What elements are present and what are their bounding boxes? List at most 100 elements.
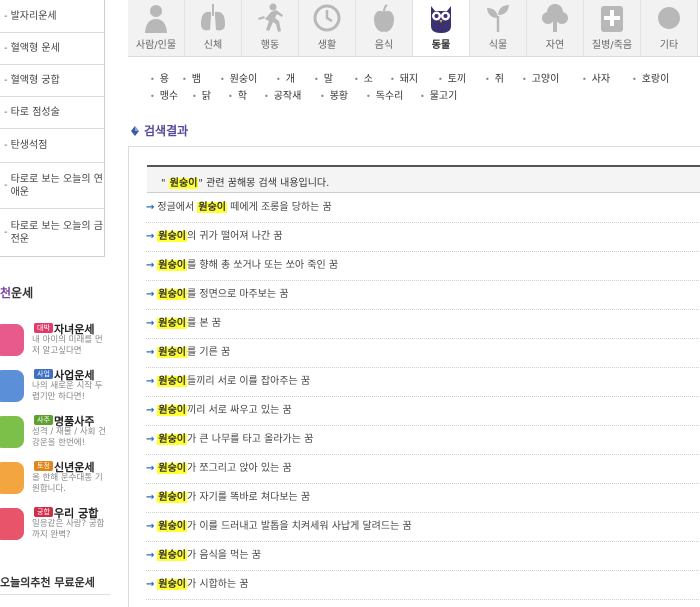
recommend-item-newyear[interactable]: 토정 신년운세 올 한해 운수대통 기원합니다. (0, 458, 110, 502)
tab-label: 음식 (374, 40, 394, 51)
keyword-link[interactable]: 맹수 (150, 87, 178, 102)
keyword-link[interactable]: 물고기 (420, 87, 458, 102)
recommend-item-match[interactable]: 궁합 우리 궁합 일응같은 사랑? 궁합까지 완벽? (0, 504, 110, 548)
result-item[interactable]: → 원숭이가 큰 나무를 타고 올라가는 꿈 (146, 426, 700, 455)
keyword-link[interactable]: 뱀 (182, 70, 201, 85)
tab-misc[interactable]: 기타 (641, 0, 698, 56)
tab-plant[interactable]: 식물 (470, 0, 527, 56)
badge: 사주 (34, 415, 53, 425)
apple-icon (374, 4, 394, 32)
keyword-link[interactable]: 용 (150, 70, 169, 85)
business-icon (0, 370, 24, 402)
bullet-icon: - (4, 107, 8, 118)
keyword-link[interactable]: 돼지 (390, 70, 418, 85)
arrow-right-icon: → (146, 231, 155, 242)
result-item[interactable]: → 원숭이가 자기를 똑바로 쳐다보는 꿈 (146, 484, 700, 513)
recommend-item-saju[interactable]: 사주 명품사주 성격 / 재물 / 사회 건강운을 한번에! (0, 412, 110, 456)
tab-food[interactable]: 음식 (356, 0, 413, 56)
menu-item-label: 탄생석점 (10, 140, 48, 151)
lungs-icon (201, 4, 225, 31)
result-text: 끼리 서로 싸우고 있는 꿈 (187, 405, 292, 416)
result-item[interactable]: → 원숭이를 기른 꿈 (146, 339, 700, 368)
recommend-title-rest: 운세 (11, 286, 34, 300)
arrow-right-icon: → (146, 347, 155, 358)
menu-item-label: 타로 점성술 (10, 107, 60, 118)
keyword-link[interactable]: 말 (314, 70, 333, 85)
keyword-link[interactable]: 호랑이 (632, 70, 670, 85)
keyword-link[interactable]: 개 (276, 70, 295, 85)
result-text: 가 큰 나무를 타고 올라가는 꿈 (187, 434, 314, 445)
keyword-link[interactable]: 소 (354, 70, 373, 85)
result-item[interactable]: → 원숭이가 이를 드러내고 발톱을 치켜세워 사납게 달려드는 꿈 (146, 513, 700, 542)
recommend-desc: 나의 새로운 시작 두렵기만 하다면! (32, 381, 103, 402)
tab-label: 질병/죽음 (591, 40, 633, 51)
bullet-icon: - (4, 75, 8, 86)
keyword-link[interactable]: 닭 (192, 87, 211, 102)
result-text: 를 기른 꿈 (187, 347, 231, 358)
result-item[interactable]: → 원숭이가 쪼그리고 앉아 있는 꿈 (146, 455, 700, 484)
keyword-link[interactable]: 학 (228, 87, 247, 102)
tab-label: 자연 (545, 40, 565, 51)
medical-cross-icon (601, 6, 623, 32)
result-keyword: 원숭이 (157, 231, 187, 242)
tree-saju-icon (0, 416, 24, 448)
bullet-icon: - (4, 10, 8, 22)
result-item[interactable]: → 원숭이끼리 서로 싸우고 있는 꿈 (146, 397, 700, 426)
menu-item-birthstone[interactable]: - 탄생석점 (0, 128, 104, 162)
result-text: 의 귀가 떨어져 나간 꿈 (187, 231, 283, 242)
menu-item-blood-match[interactable]: - 혈액형 궁합 (0, 64, 104, 96)
result-item[interactable]: → 정글에서 원숭이 떼에게 조롱을 당하는 꿈 (146, 194, 700, 223)
tab-label: 동물 (431, 40, 451, 51)
divider (0, 594, 110, 595)
result-keyword: 원숭이 (197, 202, 227, 213)
newyear-icon (0, 462, 24, 494)
result-text-pre: 정글에서 (157, 202, 198, 213)
keyword-link[interactable]: 독수리 (366, 87, 404, 102)
arrow-right-icon: → (146, 579, 155, 590)
menu-item-blood-fortune[interactable]: - 혈액형 운세 (0, 32, 104, 64)
tab-action[interactable]: 행동 (242, 0, 299, 56)
menu-item-balzari[interactable]: - 발자리운세 (0, 0, 104, 32)
result-item[interactable]: → 원숭이를 본 꿈 (146, 310, 700, 339)
result-item[interactable]: → 원숭이가 음식을 먹는 꿈 (146, 542, 700, 571)
menu-item-tarot-money[interactable]: - 타로로 보는 오늘의 금전운 (0, 208, 104, 256)
result-item[interactable]: → 원숭이를 정면으로 마주보는 꿈 (146, 281, 700, 310)
tab-label: 식물 (488, 40, 508, 51)
tab-life[interactable]: 생활 (299, 0, 356, 56)
menu-item-tarot-astrology[interactable]: - 타로 점성술 (0, 96, 104, 128)
result-text: 떼에게 조롱을 당하는 꿈 (226, 202, 332, 213)
tab-animal[interactable]: 동물 (413, 0, 470, 56)
result-text: 가 쪼그리고 앉아 있는 꿈 (187, 463, 292, 474)
keyword-link[interactable]: 토끼 (438, 70, 466, 85)
result-item[interactable]: → 원숭이들끼리 서로 이를 잡아주는 꿈 (146, 368, 700, 397)
result-item[interactable]: → 원숭이의 귀가 떨어져 나간 꿈 (146, 223, 700, 252)
result-keyword: 원숭이 (157, 405, 187, 416)
result-item[interactable]: → 원숭이를 향해 총 쏘거나 또는 쏘아 죽인 꿈 (146, 252, 700, 281)
keyword-link[interactable]: 쥐 (485, 70, 504, 85)
tab-nature[interactable]: 자연 (527, 0, 584, 56)
recommend-desc: 일응같은 사랑? 궁합까지 완벽? (32, 519, 105, 540)
keyword-link[interactable]: 공작새 (264, 87, 302, 102)
menu-item-tarot-love[interactable]: - 타로로 보는 오늘의 연애운 (0, 162, 104, 208)
keyword-link[interactable]: 사자 (582, 70, 610, 85)
result-item[interactable]: → 원숭이가 시합하는 꿈 (146, 571, 700, 600)
tab-label: 사람/인물 (135, 40, 177, 51)
recommend-item-business[interactable]: 사업 사업운세 나의 새로운 시작 두렵기만 하다면! (0, 366, 110, 410)
clock-icon (313, 4, 341, 32)
tab-label: 신체 (203, 40, 223, 51)
keyword-link[interactable]: 고양이 (522, 70, 560, 85)
result-keyword: 원숭이 (157, 579, 187, 590)
tab-illness-death[interactable]: 질병/죽음 (584, 0, 641, 56)
result-text: 가 시합하는 꿈 (187, 579, 249, 590)
recommend-title-highlight: 천 (0, 286, 12, 300)
tab-body[interactable]: 신체 (185, 0, 242, 56)
result-text: 가 이를 드러내고 발톱을 치켜세워 사납게 달려드는 꿈 (187, 521, 412, 532)
menu-item-label: 혈액형 궁합 (10, 75, 60, 86)
today-free-fortune-title: 오늘의추천 무료운세 (0, 576, 95, 589)
recommend-item-children[interactable]: 대박 자녀운세 내 아이의 미래를 먼저 알고싶다면 (0, 320, 110, 364)
tab-person[interactable]: 사람/인물 (128, 0, 185, 56)
keyword-link[interactable]: 원숭이 (220, 70, 258, 85)
keyword-link[interactable]: 봉황 (320, 87, 348, 102)
arrow-right-icon: → (146, 463, 155, 474)
result-keyword: 원숭이 (157, 376, 187, 387)
